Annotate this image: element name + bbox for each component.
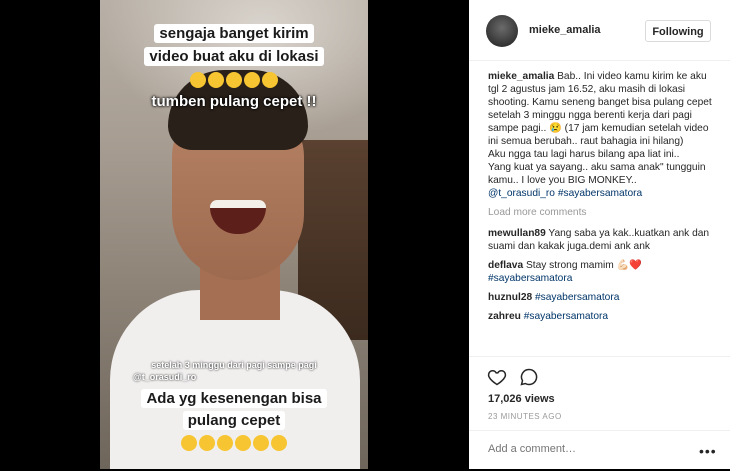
comment-item: deflava Stay strong mamim 💪🏻❤️ #sayabers… xyxy=(488,259,716,285)
view-count[interactable]: 17,026 views xyxy=(488,393,555,405)
caption-hashtag-link[interactable]: #sayabersamatora xyxy=(558,188,642,199)
comment-username[interactable]: zahreu xyxy=(488,311,521,322)
add-comment-bar: ••• xyxy=(469,430,730,471)
laughing-emoji-icon xyxy=(208,71,224,88)
comment-item: zahreu #sayabersamatora xyxy=(488,310,716,323)
caption-username[interactable]: mieke_amalia xyxy=(488,71,554,82)
header-username[interactable]: mieke_amalia xyxy=(529,24,601,36)
caption-line3: Yang kuat ya sayang.. aku sama anak" tun… xyxy=(488,162,706,186)
comment-item: huznul28 #sayabersamatora xyxy=(488,291,716,304)
more-options-icon[interactable]: ••• xyxy=(699,443,717,459)
comment-hashtag-link[interactable]: #sayabersamatora xyxy=(524,311,608,322)
caption-mention-link[interactable]: @t_orasudi_ro xyxy=(488,188,555,199)
emoji-row-top xyxy=(100,71,368,88)
following-button[interactable]: Following xyxy=(645,20,711,42)
add-comment-input[interactable] xyxy=(488,440,678,458)
post-actions: 17,026 views 23 MINUTES AGO ••• xyxy=(469,356,730,470)
video-caption-small: setelah 3 minggu dari pagi sampe pagi xyxy=(151,360,317,370)
video-caption-middle: tumben pulang cepet !! xyxy=(151,93,317,110)
heart-icon[interactable] xyxy=(487,367,507,387)
post-side-panel: mieke_amalia Following mieke_amalia Bab.… xyxy=(469,0,730,469)
comment-text: Stay strong mamim 💪🏻❤️ xyxy=(525,260,642,271)
laughing-emoji-icon xyxy=(253,434,269,451)
comment-icon[interactable] xyxy=(519,367,539,387)
comment-username[interactable]: mewullan89 xyxy=(488,228,546,239)
caption-text: Bab.. Ini video kamu kirim ke aku tgl 2 … xyxy=(488,71,712,147)
emoji-row-bottom xyxy=(100,434,368,451)
laughing-emoji-icon xyxy=(181,434,197,451)
media-area: sengaja banget kirim video buat aku di l… xyxy=(0,0,469,469)
avatar[interactable] xyxy=(486,15,518,47)
comment-hashtag-link[interactable]: #sayabersamatora xyxy=(488,273,572,284)
comment-username[interactable]: huznul28 xyxy=(488,292,532,303)
laughing-emoji-icon xyxy=(262,71,278,88)
comments-section: mieke_amalia Bab.. Ini video kamu kirim … xyxy=(488,70,716,329)
video-player[interactable]: sengaja banget kirim video buat aku di l… xyxy=(100,0,368,469)
comment-item: mewullan89 Yang saba ya kak..kuatkan ank… xyxy=(488,227,716,253)
video-caption-bottom: Ada yg kesenengan bisa pulang cepet xyxy=(100,388,368,432)
comment-username[interactable]: deflava xyxy=(488,260,523,271)
video-caption-mention: @t_orasudi_ro xyxy=(133,372,197,382)
video-caption-top: sengaja banget kirim video buat aku di l… xyxy=(100,22,368,68)
laughing-emoji-icon xyxy=(235,434,251,451)
load-more-comments-link[interactable]: Load more comments xyxy=(488,206,716,219)
caption-line2: Aku ngga tau lagi harus bilang apa liat … xyxy=(488,149,680,160)
comment-hashtag-link[interactable]: #sayabersamatora xyxy=(535,292,619,303)
laughing-emoji-icon xyxy=(271,434,287,451)
post-caption: mieke_amalia Bab.. Ini video kamu kirim … xyxy=(488,70,716,200)
post-header: mieke_amalia Following xyxy=(469,0,730,61)
post-timestamp: 23 MINUTES AGO xyxy=(488,412,562,421)
laughing-emoji-icon xyxy=(226,71,242,88)
laughing-emoji-icon xyxy=(244,71,260,88)
laughing-emoji-icon xyxy=(190,71,206,88)
laughing-emoji-icon xyxy=(217,434,233,451)
laughing-emoji-icon xyxy=(199,434,215,451)
